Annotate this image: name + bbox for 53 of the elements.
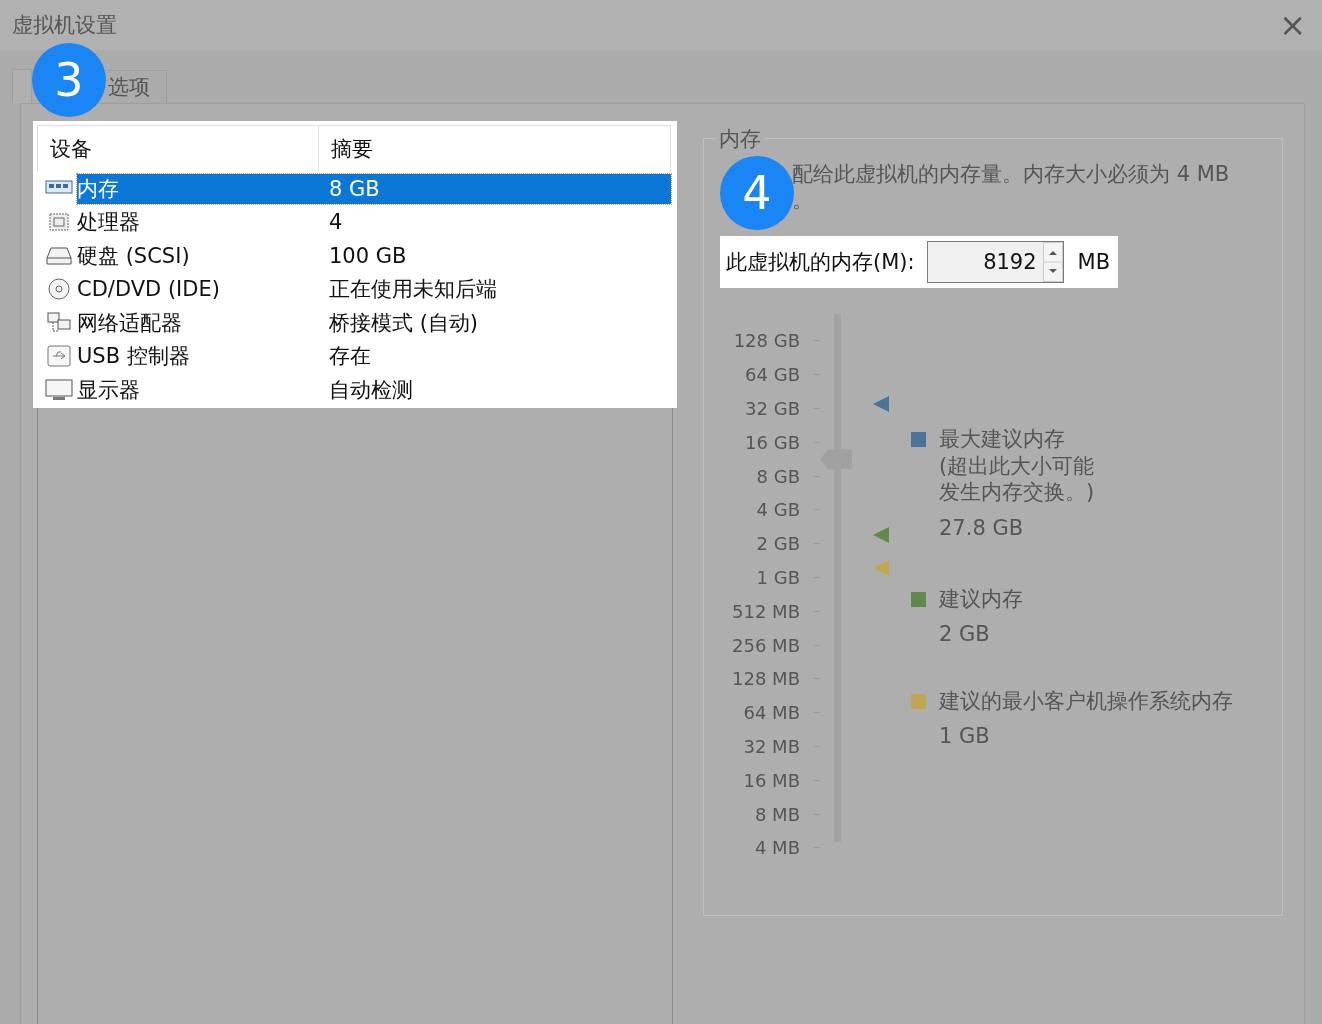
device-summary: 100 GB <box>329 243 407 268</box>
tick-label: 512 MB <box>732 600 800 622</box>
tick-label: 256 MB <box>732 634 800 656</box>
tick-label: 16 GB <box>745 431 800 453</box>
tick-label: 8 MB <box>754 803 800 825</box>
device-summary: 存在 <box>329 343 371 371</box>
device-name: 显示器 <box>77 376 141 404</box>
tick-label: 1 GB <box>756 566 800 588</box>
tick-label: 4 MB <box>754 837 800 859</box>
network-icon <box>45 310 73 335</box>
legend-title: 建议内存 <box>939 586 1023 613</box>
unit-label: MB <box>1077 250 1111 274</box>
legend-note: (超出此大小可能 <box>938 453 1096 479</box>
spin-arrows-icon <box>1042 242 1063 282</box>
device-summary: 正在使用未知后端 <box>329 276 497 304</box>
tick-label: 32 MB <box>743 735 800 757</box>
device-name: CD/DVD (IDE) <box>77 277 221 302</box>
legend-title: 建议的最小客户机操作系统内存 <box>939 688 1233 715</box>
description-text: 。 <box>792 187 814 213</box>
tick-label: 8 GB <box>756 465 800 487</box>
legend-note: 发生内存交换。) <box>938 479 1096 505</box>
tick-label: 16 MB <box>743 769 800 791</box>
tick-label: 2 GB <box>756 533 800 555</box>
tick-label: 64 GB <box>745 364 800 386</box>
selected-row[interactable]: 内存 8 GB <box>77 173 671 204</box>
column-header[interactable]: 设备 <box>38 135 318 163</box>
tick-label: 64 MB <box>743 702 800 724</box>
device-summary: 自动检测 <box>329 376 413 404</box>
tick-label: 4 GB <box>756 499 800 521</box>
usb-icon <box>45 344 73 369</box>
device-summary: 桥接模式 (自动) <box>329 309 479 337</box>
device-summary: 4 <box>329 210 343 235</box>
device-name: 处理器 <box>77 209 141 237</box>
description-text: 配给此虚拟机的内存量。内存大小必须为 4 MB <box>792 161 1231 187</box>
memory-spin-field[interactable]: 8192 <box>926 241 1064 283</box>
field-label: 此虚拟机的内存(M): <box>726 249 915 276</box>
monitor-icon <box>45 377 73 402</box>
legend-value: 27.8 GB <box>938 515 1025 541</box>
tab[interactable] <box>12 69 32 103</box>
window-title: 虚拟机设置 <box>12 12 117 39</box>
device-name: USB 控制器 <box>77 343 191 371</box>
tick-label: 128 GB <box>733 330 800 352</box>
legend-title: 最大建议内存 <box>939 426 1065 453</box>
tick-label: 32 GB <box>745 398 800 419</box>
device-name: 网络适配器 <box>77 309 183 337</box>
disc-icon <box>45 277 73 302</box>
device-name: 内存 <box>77 175 120 203</box>
legend-value: 1 GB <box>938 723 991 749</box>
device-name: 硬盘 (SCSI) <box>77 242 191 270</box>
column-header[interactable]: 摘要 <box>318 126 373 172</box>
tick-label: 128 MB <box>732 668 800 690</box>
legend-value: 2 GB <box>938 621 991 647</box>
device-summary: 8 GB <box>329 176 380 201</box>
